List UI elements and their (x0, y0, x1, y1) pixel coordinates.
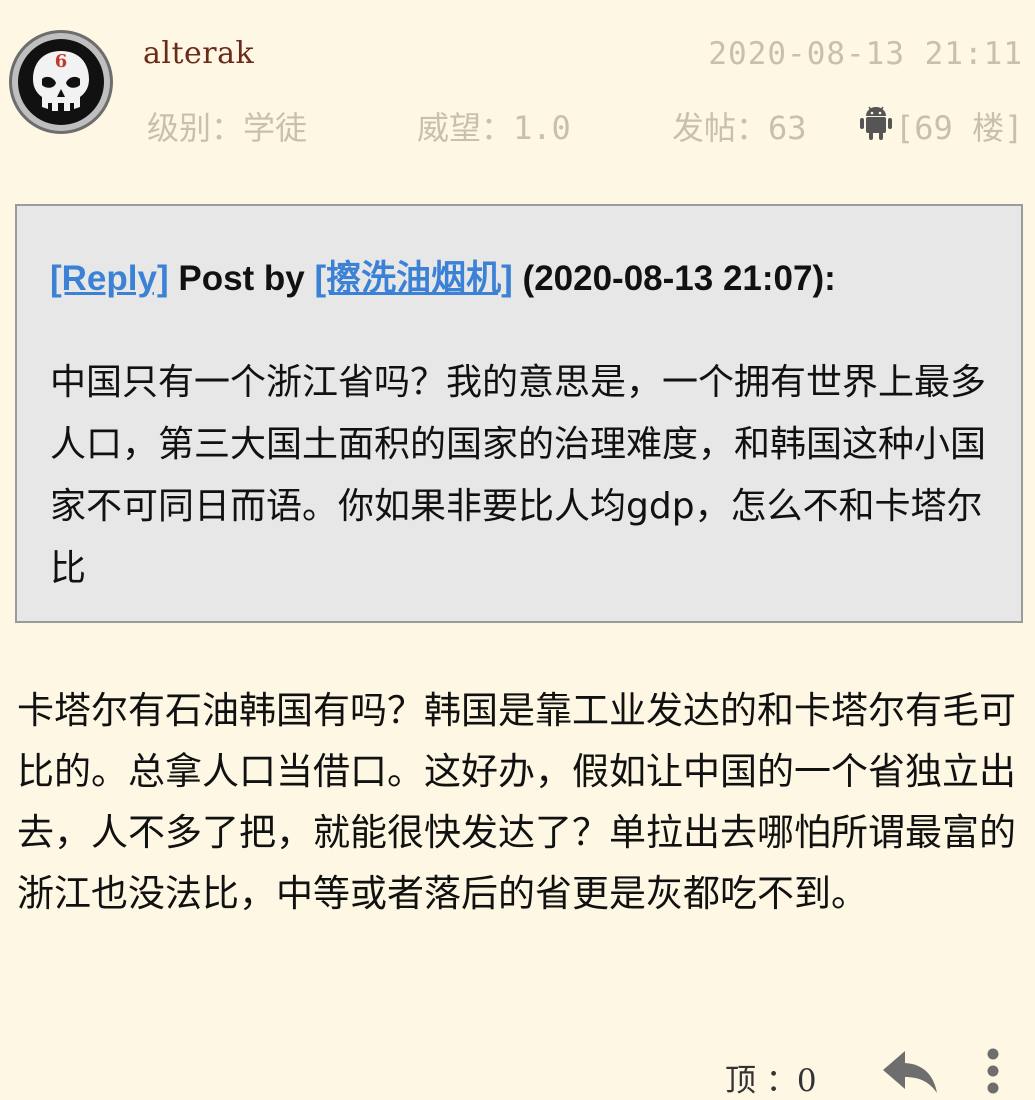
upvote-count[interactable]: 顶 ：0 (725, 1055, 817, 1100)
quote-date: (2020-08-13 21:07): (512, 259, 836, 298)
reply-icon[interactable] (880, 1048, 940, 1095)
reply-link[interactable]: [Reply] (50, 259, 169, 298)
username[interactable]: alterak (143, 36, 254, 71)
quote-header: [Reply] Post by [擦洗油烟机] (2020-08-13 21:0… (50, 250, 836, 301)
post-timestamp: 2020-08-13 21:11 (708, 36, 1023, 72)
user-avatar[interactable]: 6 (9, 30, 113, 134)
user-reputation: 威望：1.0 (417, 109, 571, 147)
user-level: 级别：学徒 (147, 109, 308, 147)
quoted-reply: [Reply] Post by [擦洗油烟机] (2020-08-13 21:0… (15, 204, 1023, 623)
floor-number: [69 楼] (895, 109, 1024, 147)
post-by-label: Post by (168, 259, 315, 298)
android-icon (860, 106, 892, 140)
user-meta: 级别：学徒 威望：1.0 发帖：63 [69 楼] (147, 103, 1031, 147)
post-body: 卡塔尔有石油韩国有吗？韩国是靠工业发达的和卡塔尔有毛可比的。总拿人口当借口。这好… (17, 689, 1016, 915)
quote-body: 中国只有一个浙江省吗？我的意思是，一个拥有世界上最多人口，第三大国土面积的国家的… (50, 362, 987, 589)
quote-author-link[interactable]: [擦洗油烟机] (315, 259, 513, 298)
more-vertical-icon[interactable] (985, 1047, 1001, 1095)
user-post-count: 发帖：63 (672, 109, 807, 147)
avatar-level-badge: 6 (54, 51, 68, 72)
